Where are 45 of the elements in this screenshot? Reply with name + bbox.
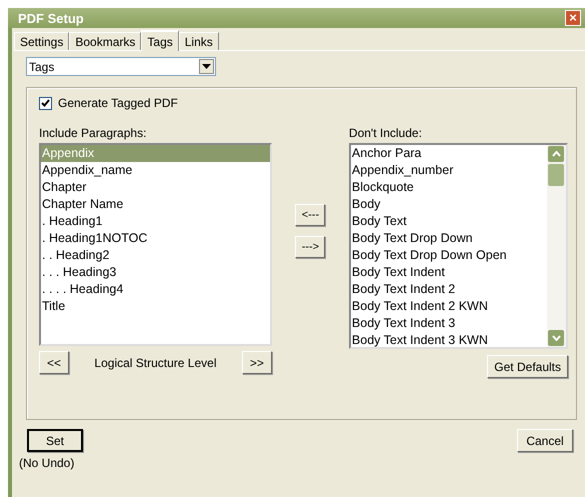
next-level-button[interactable]: >> (242, 351, 272, 374)
list-item[interactable]: Appendix_name (41, 162, 270, 179)
list-item[interactable]: Body Text Indent 2 (350, 281, 547, 298)
close-button[interactable]: × (565, 10, 581, 26)
list-item[interactable]: Body Text Indent 2 KWN (350, 298, 547, 315)
tab[interactable]: Bookmarks (69, 32, 142, 50)
list-item[interactable]: Title (41, 298, 270, 315)
list-item[interactable]: Body Text Indent 3 (350, 315, 547, 332)
window-title: PDF Setup (18, 10, 84, 26)
list-item[interactable]: Body Text Indent 3 KWN (350, 332, 547, 347)
list-item[interactable]: . Heading1NOTOC (41, 230, 270, 247)
previous-level-button[interactable]: << (39, 351, 69, 374)
list-item[interactable]: Anchor Para (350, 145, 547, 162)
dropdown[interactable]: Tags (26, 57, 216, 76)
list-item[interactable]: . Heading1 (41, 213, 270, 230)
list-item[interactable]: . . Heading2 (41, 247, 270, 264)
list-item[interactable]: Body Text Drop Down Open (350, 247, 547, 264)
list-item[interactable]: Blockquote (350, 179, 547, 196)
scroll-up-icon[interactable] (548, 146, 564, 162)
note-text: (No Undo) (19, 456, 74, 470)
list-item[interactable]: Body Text (350, 213, 547, 230)
tab[interactable]: Settings (14, 32, 70, 50)
list-item[interactable]: Body (350, 196, 547, 213)
scrollbar[interactable] (547, 145, 566, 347)
list-item[interactable]: Chapter (41, 179, 270, 196)
list-label: Include Paragraphs: (39, 126, 148, 140)
checkbox-label: Generate Tagged PDF (58, 96, 178, 110)
scroll-thumb[interactable] (548, 164, 564, 186)
list-item[interactable]: . . . Heading3 (41, 264, 270, 281)
list-label: Don't Include: (348, 126, 423, 140)
list-item[interactable]: Body Text Indent (350, 264, 547, 281)
cancel-button[interactable]: Cancel (517, 429, 573, 452)
list-item[interactable]: Appendix_number (350, 162, 547, 179)
tab[interactable]: Tags (141, 30, 179, 51)
list-item[interactable]: Chapter Name (41, 196, 270, 213)
set-button[interactable]: Set (27, 429, 83, 452)
scroll-down-icon[interactable] (548, 330, 564, 346)
checkbox[interactable] (39, 96, 52, 110)
get-defaults-button[interactable]: Get Defaults (487, 355, 568, 378)
list-item[interactable]: Body Text Drop Down (350, 230, 547, 247)
level-label: Logical Structure Level (94, 356, 216, 370)
tab[interactable]: Links (178, 32, 219, 50)
move-button[interactable]: <--- (295, 204, 326, 226)
move-button[interactable]: ---> (295, 236, 326, 258)
list-item[interactable]: . . . . Heading4 (41, 281, 270, 298)
